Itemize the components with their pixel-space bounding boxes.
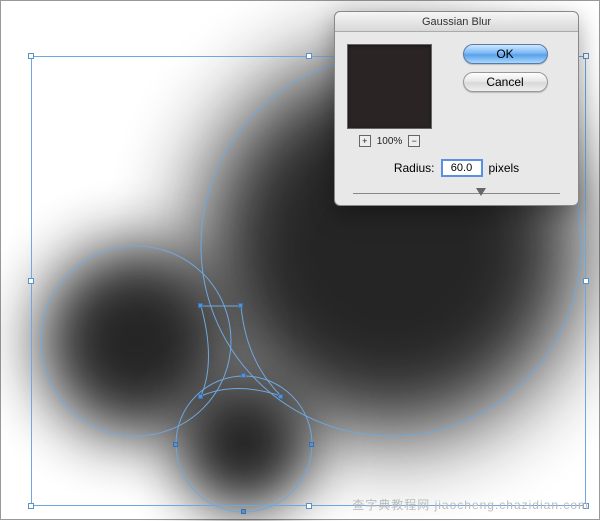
zoom-level: 100% [377,136,403,147]
cancel-button[interactable]: Cancel [463,72,548,92]
effect-preview[interactable] [347,44,432,129]
resize-handle-bm[interactable] [306,503,312,509]
resize-handle-bl[interactable] [28,503,34,509]
slider-thumb[interactable] [476,188,486,196]
radius-slider[interactable] [335,191,578,205]
resize-handle-tm[interactable] [306,53,312,59]
gaussian-blur-dialog: Gaussian Blur + 100% − OK Cancel Radius:… [334,11,579,206]
slider-track [353,193,560,194]
ok-button[interactable]: OK [463,44,548,64]
zoom-out-button[interactable]: − [408,135,420,147]
zoom-in-button[interactable]: + [359,135,371,147]
watermark: 查字典教程网 jiaocheng.chazidian.com [352,496,589,513]
resize-handle-ml[interactable] [28,278,34,284]
anchor-point[interactable] [241,509,246,514]
resize-handle-tl[interactable] [28,53,34,59]
resize-handle-mr[interactable] [583,278,589,284]
resize-handle-tr[interactable] [583,53,589,59]
radius-unit: pixels [489,161,520,175]
radius-label: Radius: [394,161,435,175]
dialog-titlebar[interactable]: Gaussian Blur [335,12,578,32]
radius-input[interactable] [441,159,483,177]
